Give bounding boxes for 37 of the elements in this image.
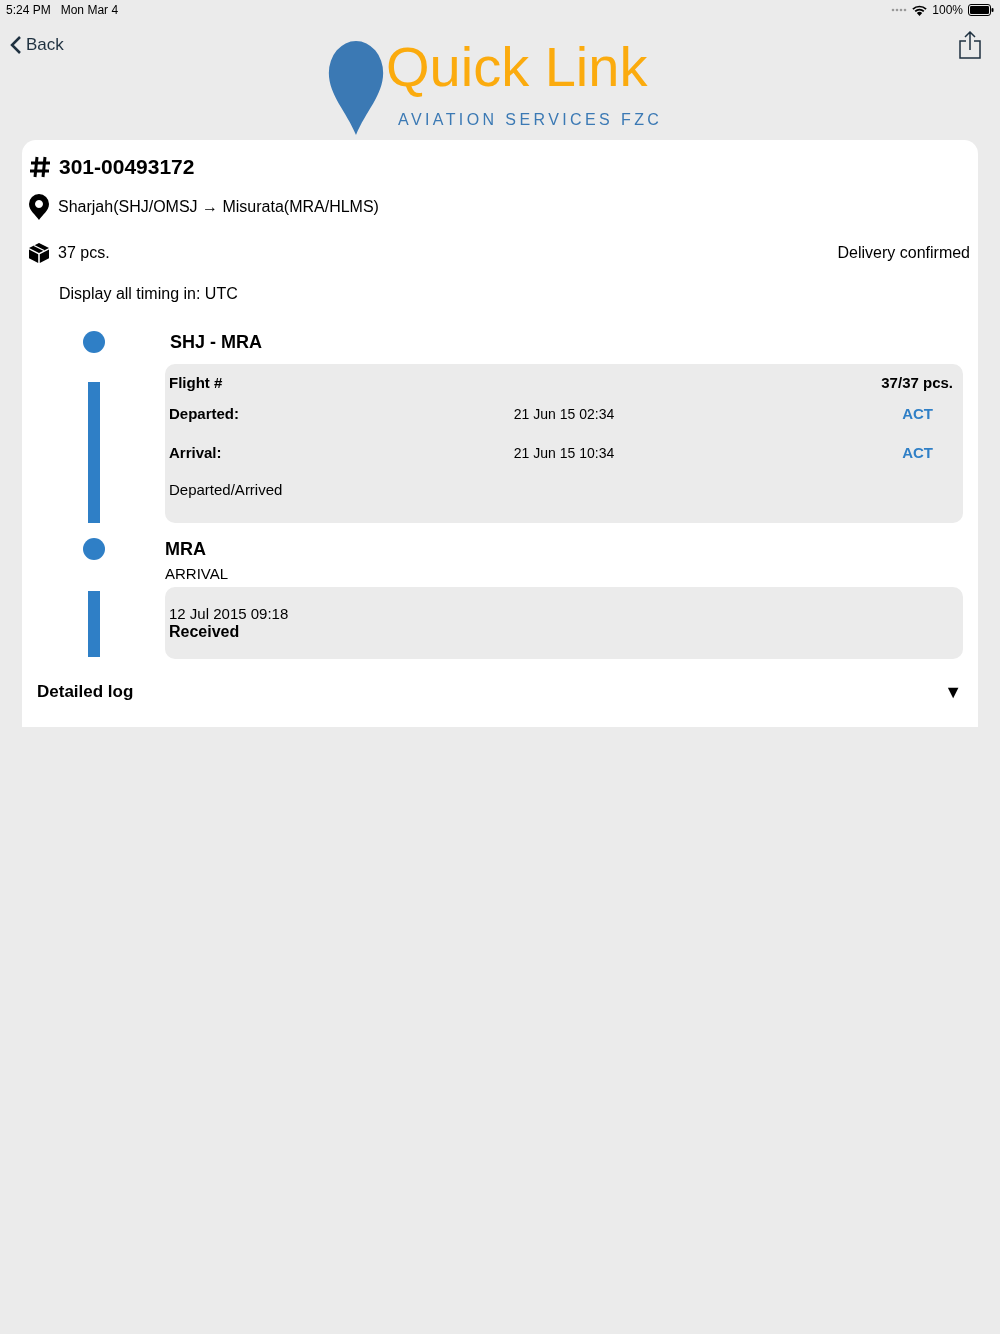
- timeline-bar: [87, 591, 100, 657]
- event-time: 12 Jul 2015 09:18: [169, 605, 289, 623]
- delivery-status: Delivery confirmed: [837, 243, 970, 263]
- leg-note: Departed/Arrived: [169, 479, 283, 500]
- back-button[interactable]: Back: [10, 32, 64, 58]
- event-title: MRA: [165, 538, 206, 561]
- map-pin-icon: [328, 40, 384, 136]
- timezone-text: Display all timing in: UTC: [59, 284, 238, 304]
- share-button[interactable]: [959, 30, 981, 60]
- flight-label: Flight #: [169, 372, 223, 393]
- route-text: Sharjah(SHJ/OMSJ → Misurata(MRA/HLMS): [58, 197, 379, 217]
- event-time: 21 Jun 15 02:34: [512, 404, 616, 424]
- event-subtitle: ARRIVAL: [165, 564, 229, 584]
- event-label: Arrival:: [169, 442, 223, 463]
- logo-name: Quick Link: [386, 36, 648, 98]
- event-label: Departed:: [169, 403, 240, 424]
- chevron-left-icon: [10, 34, 22, 55]
- hash-icon: [29, 155, 51, 178]
- wifi-icon: [912, 4, 928, 16]
- package-icon: [29, 243, 49, 263]
- status-tag: ACT: [695, 402, 959, 426]
- location-pin-icon: [29, 194, 49, 220]
- status-date: Mon Mar 4: [60, 2, 119, 19]
- shipment-number: 301-00493172: [59, 153, 195, 180]
- leg-title: SHJ - MRA: [170, 330, 262, 354]
- status-tag: ACT: [695, 441, 959, 465]
- event-time: 21 Jun 15 10:34: [512, 443, 616, 463]
- signal-icon: [891, 8, 908, 12]
- battery-percent: 100%: [932, 2, 963, 19]
- detailed-log-toggle[interactable]: Detailed log ▼: [22, 665, 978, 719]
- logo-tagline: AVIATION SERVICES FZC: [398, 110, 663, 130]
- share-icon: [959, 31, 981, 59]
- battery-icon: [968, 4, 994, 16]
- status-time: 5:24 PM: [6, 2, 51, 19]
- event-status: Received: [169, 623, 240, 641]
- pieces-text: 37 pcs.: [58, 243, 110, 263]
- pieces-count: 37/37 pcs.: [881, 372, 953, 393]
